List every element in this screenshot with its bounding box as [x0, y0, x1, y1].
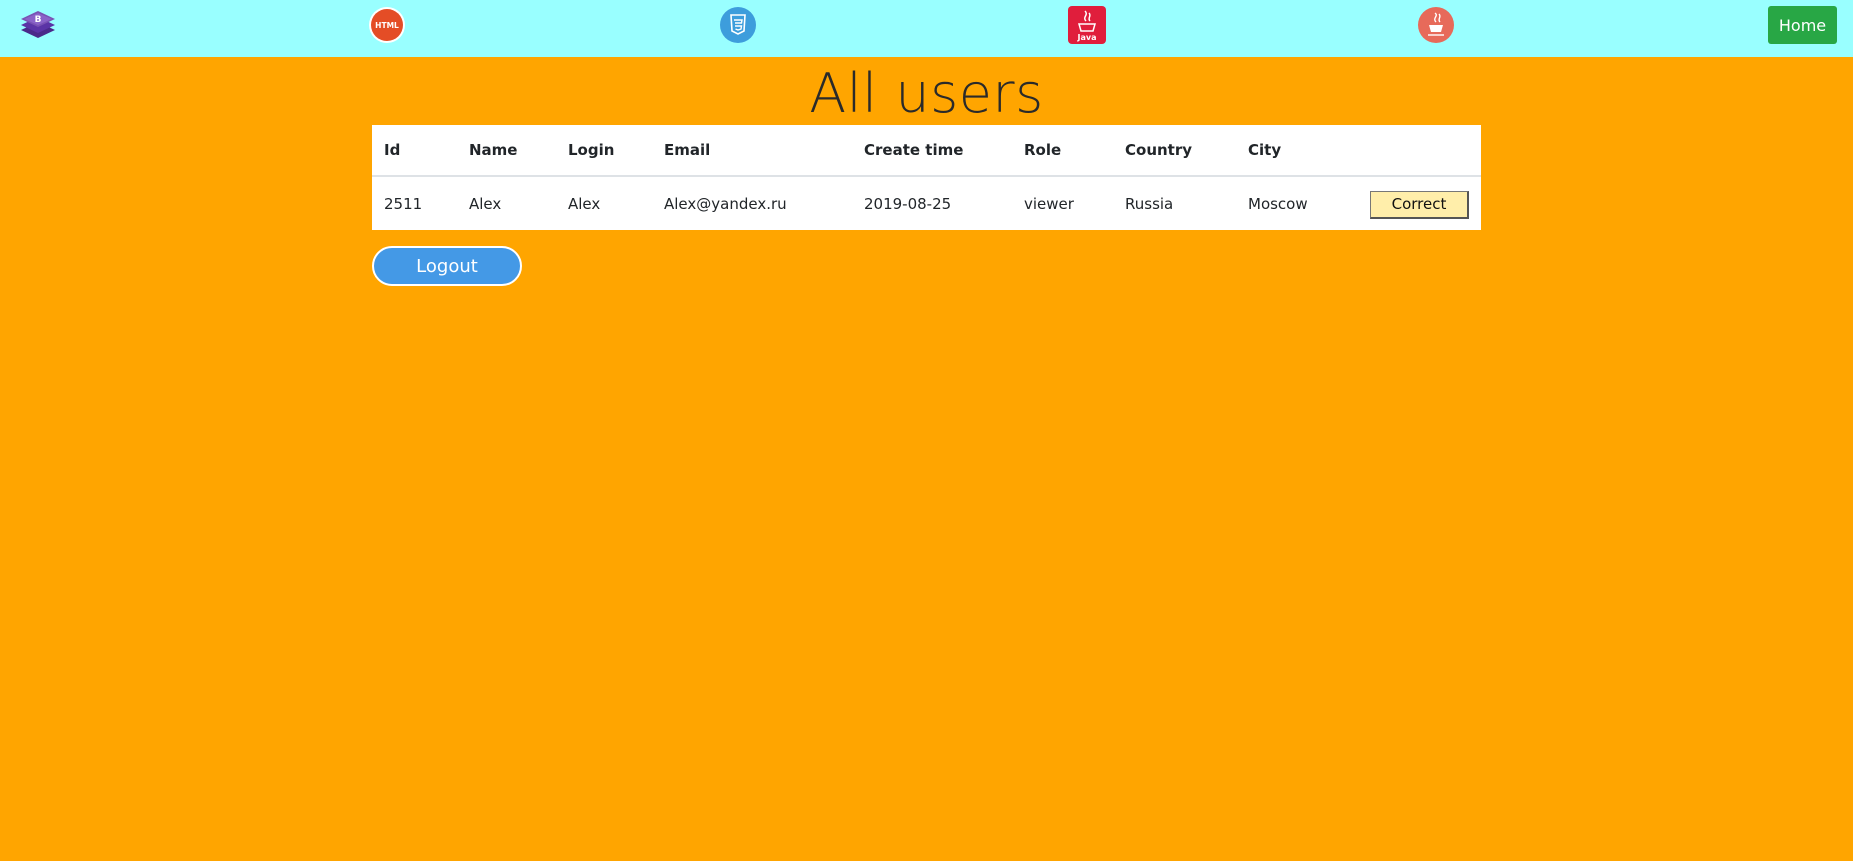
column-header-id: Id [372, 125, 457, 177]
cell-role: viewer [1024, 194, 1074, 213]
column-header-actions [1358, 125, 1481, 177]
cell-email: Alex@yandex.ru [664, 194, 787, 213]
top-navbar: B HTML Java Home [0, 0, 1853, 57]
cell-city: Moscow [1248, 194, 1308, 213]
users-table: Id Name Login Email Create time Role Cou… [372, 125, 1481, 230]
column-header-role: Role [1012, 125, 1113, 177]
java-icon[interactable]: Java [1068, 6, 1106, 44]
column-header-create-time: Create time [852, 125, 1012, 177]
column-header-email: Email [652, 125, 852, 177]
users-table-container: Id Name Login Email Create time Role Cou… [372, 125, 1481, 230]
cell-actions: Correct [1358, 176, 1481, 230]
html5-icon-text: HTML [375, 21, 399, 30]
cell-country: Russia [1125, 194, 1174, 213]
column-header-name: Name [457, 125, 556, 177]
cell-create-time: 2019-08-25 [864, 194, 952, 213]
cell-name: Alex [469, 194, 502, 213]
cell-login: Alex [568, 194, 601, 213]
column-header-login: Login [556, 125, 652, 177]
bootstrap-icon[interactable]: B [19, 6, 57, 44]
java-icon-text: Java [1077, 33, 1097, 42]
home-button[interactable]: Home [1768, 6, 1837, 44]
cell-id: 2511 [384, 194, 423, 213]
table-row: 2511 Alex Alex Alex@yandex.ru 2019-08-25… [372, 176, 1481, 230]
java-cup-icon[interactable] [1417, 6, 1455, 44]
html5-icon[interactable]: HTML [368, 6, 406, 44]
column-header-country: Country [1113, 125, 1236, 177]
svg-text:B: B [35, 15, 42, 25]
correct-button[interactable]: Correct [1370, 190, 1469, 219]
column-header-city: City [1236, 125, 1358, 177]
page-title: All users [809, 62, 1044, 125]
logout-button[interactable]: Logout [372, 246, 522, 286]
table-header-row: Id Name Login Email Create time Role Cou… [372, 125, 1481, 177]
css3-icon[interactable] [719, 6, 757, 44]
